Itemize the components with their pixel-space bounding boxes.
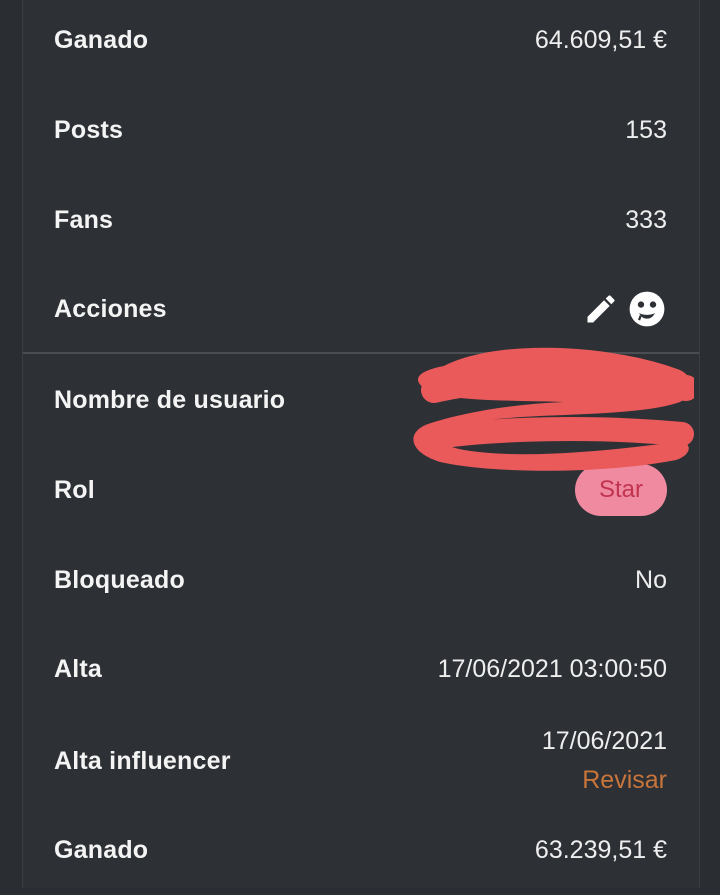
redaction-scribble [413,347,694,471]
row-posts: Posts 153 [23,85,699,175]
alta-value: 17/06/2021 03:00:50 [437,654,667,683]
row-ganado: Ganado 64.609,51 € [23,0,699,85]
alta-influencer-values: 17/06/2021 Revisar [542,727,667,795]
fans-label: Fans [54,205,114,234]
row-bloqueado: Bloqueado No [23,535,699,625]
bloqueado-value: No [635,565,667,594]
row-fans: Fans 333 [23,175,699,265]
ganado-value: 64.609,51 € [534,25,667,54]
alta-influencer-label: Alta influencer [54,746,231,775]
actions-group [581,289,667,329]
rol-label: Rol [54,475,95,504]
username-label: Nombre de usuario [54,385,286,414]
alta-influencer-date: 17/06/2021 [541,727,667,755]
pencil-icon[interactable] [581,289,621,329]
revisar-link[interactable]: Revisar [582,766,667,795]
row-alta: Alta 17/06/2021 03:00:50 [23,624,699,714]
fans-value: 333 [625,205,667,234]
row-ganado-2: Ganado 63.239,51 € [23,805,699,895]
ganado-2-value: 63.239,51 € [534,835,667,864]
ganado-label: Ganado [54,25,149,54]
ganado-2-label: Ganado [54,835,149,864]
bloqueado-label: Bloqueado [54,565,185,594]
acciones-label: Acciones [54,294,167,323]
row-alta-influencer: Alta influencer 17/06/2021 Revisar [23,716,699,806]
row-acciones: Acciones [23,264,699,354]
face-icon[interactable] [627,289,667,329]
posts-value: 153 [625,115,667,144]
alta-label: Alta [54,654,103,683]
posts-label: Posts [54,115,124,144]
